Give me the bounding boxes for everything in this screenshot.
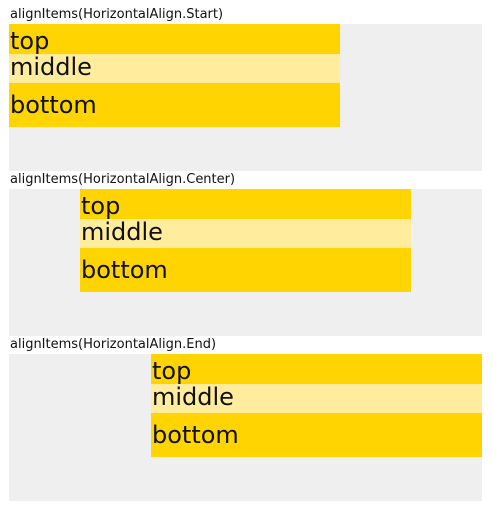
item-middle: middle — [80, 219, 411, 248]
caption-start: alignItems(HorizontalAlign.Start) — [10, 7, 224, 22]
item-bottom: bottom — [151, 413, 482, 457]
panel-start: top middle bottom — [9, 24, 482, 171]
caption-center: alignItems(HorizontalAlign.Center) — [10, 172, 236, 187]
item-top: top — [80, 189, 411, 220]
item-bottom: bottom — [9, 83, 340, 127]
item-middle: middle — [9, 54, 340, 83]
column-end: top middle bottom — [151, 354, 482, 457]
item-top: top — [9, 24, 340, 55]
panel-center: top middle bottom — [9, 189, 482, 336]
item-top: top — [151, 354, 482, 385]
panel-end: top middle bottom — [9, 354, 482, 501]
item-bottom: bottom — [80, 248, 411, 292]
column-start: top middle bottom — [9, 24, 340, 127]
item-middle: middle — [151, 384, 482, 413]
caption-end: alignItems(HorizontalAlign.End) — [10, 337, 217, 352]
column-center: top middle bottom — [80, 189, 411, 292]
